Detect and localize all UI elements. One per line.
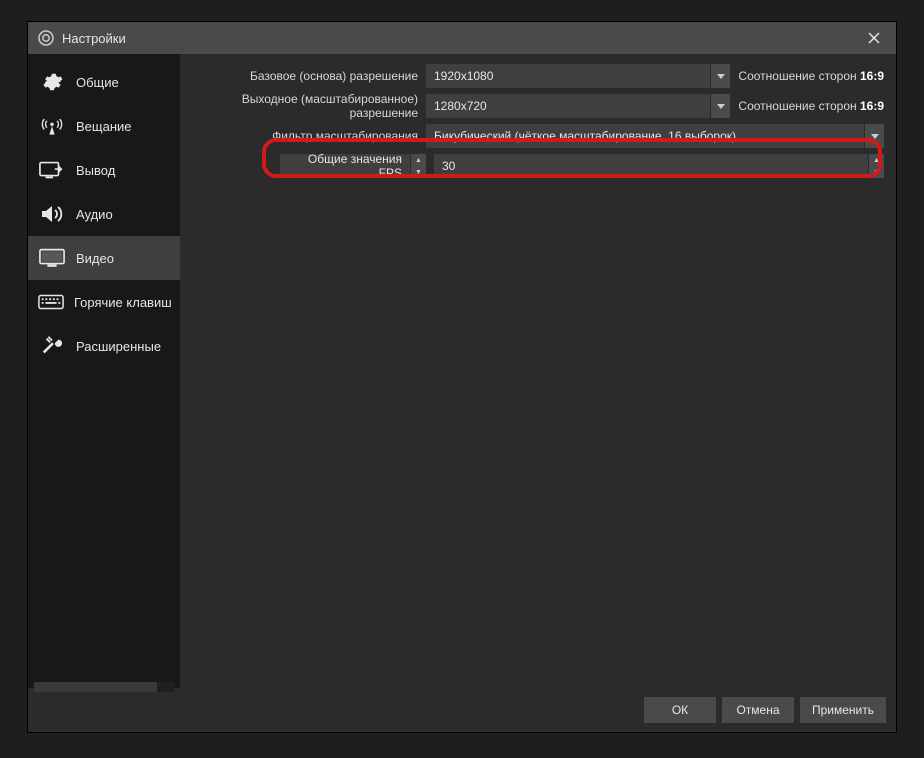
fps-value-select[interactable]: 30 ▲▼: [434, 154, 884, 178]
sidebar-item-label: Вывод: [76, 163, 115, 178]
settings-window: Настройки Общие Вещание: [28, 22, 896, 732]
fps-type-label: Общие значения FPS: [288, 152, 402, 180]
titlebar: Настройки: [28, 22, 896, 54]
output-aspect-ratio: Соотношение сторон 16:9: [738, 99, 884, 113]
keyboard-icon: [38, 291, 64, 313]
sidebar-item-label: Аудио: [76, 207, 113, 222]
chevron-down-icon: [710, 94, 730, 118]
base-resolution-label: Базовое (основа) разрешение: [180, 69, 418, 83]
sidebar-item-label: Вещание: [76, 119, 132, 134]
spinner-arrows-icon: ▲▼: [410, 154, 426, 178]
cancel-button[interactable]: Отмена: [722, 697, 794, 723]
gear-icon: [38, 71, 66, 93]
tools-icon: [38, 335, 66, 357]
output-resolution-value: 1280x720: [434, 99, 487, 113]
sidebar-scrollbar[interactable]: [34, 682, 174, 692]
downscale-filter-label: Фильтр масштабирования: [180, 129, 418, 143]
output-icon: [38, 159, 66, 181]
sidebar-item-label: Видео: [76, 251, 114, 266]
downscale-filter-value: Бикубический (чёткое масштабирование, 16…: [434, 129, 736, 143]
broadcast-icon: [38, 115, 66, 137]
sidebar-item-general[interactable]: Общие: [28, 60, 180, 104]
sidebar-item-label: Расширенные: [76, 339, 161, 354]
output-resolution-label: Выходное (масштабированное) разрешение: [180, 92, 418, 120]
spinner-arrows-icon: ▲▼: [868, 154, 884, 178]
sidebar-item-advanced[interactable]: Расширенные: [28, 324, 180, 368]
ok-button[interactable]: ОК: [644, 697, 716, 723]
sidebar-item-hotkeys[interactable]: Горячие клавиш: [28, 280, 180, 324]
fps-value: 30: [442, 159, 455, 173]
monitor-icon: [38, 247, 66, 269]
obs-icon: [38, 30, 54, 46]
sidebar: Общие Вещание Вывод Аудио: [28, 54, 180, 688]
window-title: Настройки: [62, 31, 126, 46]
chevron-down-icon: [710, 64, 730, 88]
chevron-down-icon: [864, 124, 884, 148]
dialog-footer: ОК Отмена Применить: [28, 688, 896, 732]
sidebar-item-video[interactable]: Видео: [28, 236, 180, 280]
base-resolution-value: 1920x1080: [434, 69, 493, 83]
sidebar-item-output[interactable]: Вывод: [28, 148, 180, 192]
apply-button[interactable]: Применить: [800, 697, 886, 723]
downscale-filter-select[interactable]: Бикубический (чёткое масштабирование, 16…: [426, 124, 884, 148]
base-resolution-select[interactable]: 1920x1080: [426, 64, 730, 88]
sidebar-item-audio[interactable]: Аудио: [28, 192, 180, 236]
video-panel: Базовое (основа) разрешение 1920x1080 Со…: [180, 54, 896, 688]
speaker-icon: [38, 203, 66, 225]
fps-type-select[interactable]: Общие значения FPS ▲▼: [280, 154, 426, 178]
base-aspect-ratio: Соотношение сторон 16:9: [738, 69, 884, 83]
close-button[interactable]: [862, 26, 886, 50]
output-resolution-select[interactable]: 1280x720: [426, 94, 730, 118]
sidebar-item-label: Общие: [76, 75, 119, 90]
sidebar-item-stream[interactable]: Вещание: [28, 104, 180, 148]
sidebar-item-label: Горячие клавиш: [74, 295, 172, 310]
